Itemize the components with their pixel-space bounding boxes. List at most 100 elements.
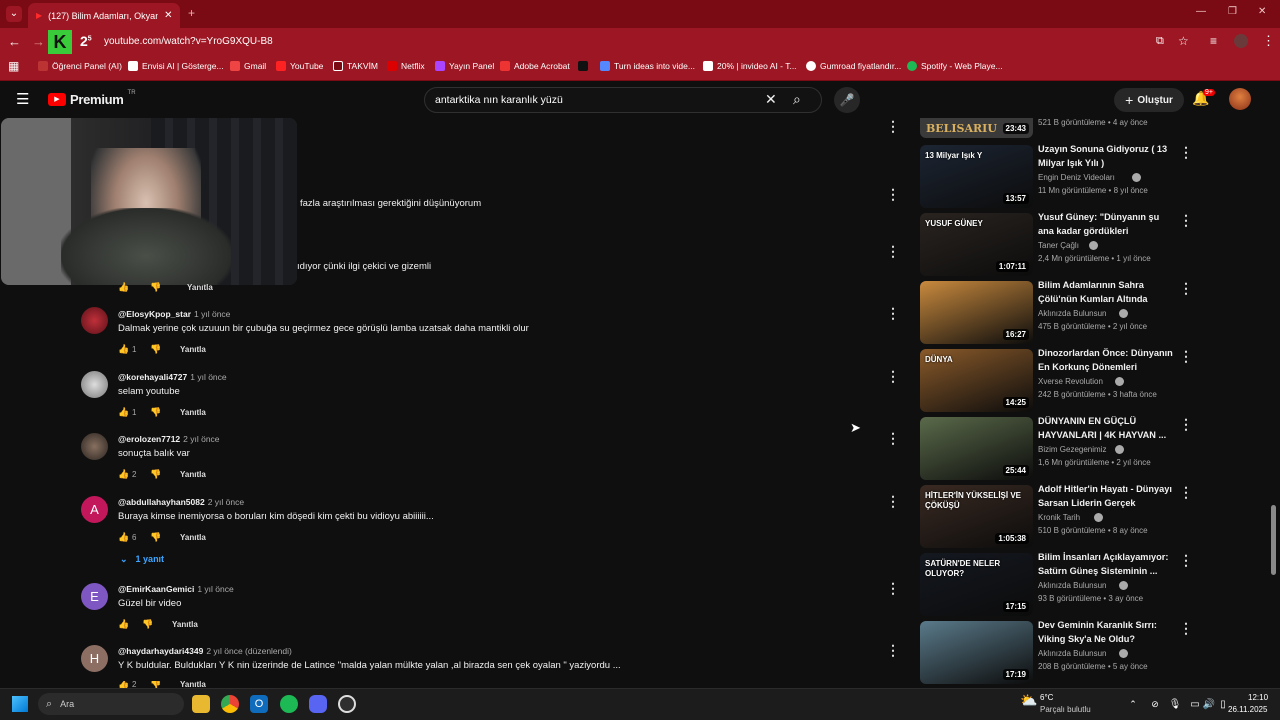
- new-tab-icon[interactable]: +: [188, 6, 195, 20]
- comment-author[interactable]: @abdullahayhan5082 2 yıl önce: [118, 497, 244, 507]
- video-thumbnail[interactable]: 25:44: [920, 417, 1033, 480]
- bookmark-item[interactable]: Gmail: [230, 61, 266, 71]
- video-channel[interactable]: Aklınızda Bulunsun: [1038, 581, 1107, 590]
- bookmark-item[interactable]: Turn ideas into vide...: [600, 61, 695, 71]
- microphone-icon[interactable]: 🎙: [1166, 695, 1184, 713]
- dislike-icon[interactable]: 👎: [142, 619, 172, 630]
- clock-date[interactable]: 26.11.2025: [1228, 705, 1267, 714]
- video-title[interactable]: DÜNYANIN EN GÜÇLÜ HAYVANLARI | 4K HAYVAN…: [1038, 415, 1176, 442]
- like-icon[interactable]: 👍: [118, 681, 132, 688]
- comment-menu-icon[interactable]: ⋮: [886, 187, 900, 201]
- clear-search-icon[interactable]: ✕: [765, 91, 777, 108]
- dislike-icon[interactable]: 👎: [150, 469, 180, 480]
- url-text[interactable]: youtube.com/watch?v=YroG9XQU-B8: [104, 36, 273, 47]
- reply-button[interactable]: Yanıtla: [172, 620, 198, 629]
- video-thumbnail[interactable]: HİTLER'İN YÜKSELİŞİ VE ÇÖKÜŞÜ 1:05:38: [920, 485, 1033, 548]
- reply-button[interactable]: Yanıtla: [180, 345, 206, 354]
- browser-menu-icon[interactable]: ⋮: [1262, 33, 1275, 49]
- video-thumbnail[interactable]: SATÜRN'DE NELER OLUYOR? 17:15: [920, 553, 1033, 616]
- comment-author[interactable]: @EmirKaanGemici 1 yıl önce: [118, 584, 234, 594]
- avatar[interactable]: A: [81, 496, 108, 523]
- show-replies-button[interactable]: ⌄ 1 yanıt: [120, 554, 164, 565]
- like-icon[interactable]: 👍: [118, 532, 132, 543]
- like-icon[interactable]: 👍: [118, 282, 132, 293]
- bookmark-item[interactable]: Netflix: [387, 61, 425, 71]
- reading-list-icon[interactable]: ≡: [1210, 34, 1217, 48]
- profile-icon[interactable]: [1234, 34, 1248, 48]
- extension-k-icon[interactable]: K: [48, 30, 72, 54]
- dislike-icon[interactable]: 👎: [150, 344, 180, 355]
- like-icon[interactable]: 👍: [118, 619, 132, 630]
- comment-menu-icon[interactable]: ⋮: [886, 244, 900, 258]
- comment-author[interactable]: @korehayali4727 1 yıl önce: [118, 372, 227, 382]
- video-title[interactable]: Adolf Hitler'in Hayatı - Dünyayı Sarsan …: [1038, 483, 1176, 510]
- like-icon[interactable]: 👍: [118, 407, 132, 418]
- maximize-icon[interactable]: ❐: [1228, 6, 1237, 17]
- comment-author[interactable]: @erolozen7712 2 yıl önce: [118, 434, 220, 444]
- avatar[interactable]: H: [81, 645, 108, 672]
- tray-chevron-icon[interactable]: ⌃: [1124, 695, 1142, 713]
- bookmark-item[interactable]: 20% | invideo AI - T...: [703, 61, 797, 71]
- bookmark-star-icon[interactable]: ☆: [1178, 34, 1189, 48]
- voice-search-icon[interactable]: 🎤: [834, 87, 860, 113]
- video-menu-icon[interactable]: ⋮: [1179, 620, 1193, 637]
- video-menu-icon[interactable]: ⋮: [1179, 144, 1193, 161]
- reply-button[interactable]: Yanıtla: [180, 470, 206, 479]
- avatar[interactable]: [81, 307, 108, 334]
- windows-start-icon[interactable]: [12, 696, 28, 712]
- clock-time[interactable]: 12:10: [1248, 693, 1268, 702]
- reply-button[interactable]: 👍 👎 Yanıtla: [118, 282, 213, 293]
- video-menu-icon[interactable]: ⋮: [1179, 552, 1193, 569]
- bookmark-item[interactable]: Spotify - Web Playe...: [907, 61, 1003, 71]
- create-button[interactable]: + Oluştur: [1114, 88, 1184, 112]
- video-channel[interactable]: Bizim Gezegenimiz: [1038, 445, 1106, 454]
- bookmark-item[interactable]: Yayın Panel: [435, 61, 494, 71]
- browser-tab[interactable]: ▶ (127) Bilim Adamları, Okyanusu ✕: [28, 3, 180, 28]
- avatar[interactable]: [81, 371, 108, 398]
- reply-button[interactable]: Yanıtla: [180, 681, 206, 688]
- hamburger-menu-icon[interactable]: ☰: [16, 90, 29, 108]
- outlook-icon[interactable]: O: [250, 695, 268, 713]
- bookmark-item[interactable]: Gumroad fiyatlandır...: [806, 61, 901, 71]
- bookmark-item[interactable]: Adobe Acrobat: [500, 61, 570, 71]
- search-icon[interactable]: ⌕: [793, 91, 801, 108]
- video-title[interactable]: Yusuf Güney: "Dünyanın şu ana kadar görd…: [1038, 211, 1176, 238]
- extension-2-icon[interactable]: 25: [80, 33, 92, 49]
- comment-menu-icon[interactable]: ⋮: [886, 431, 900, 445]
- forward-icon[interactable]: →: [32, 34, 45, 49]
- video-title[interactable]: Uzayın Sonuna Gidiyoruz ( 13 Milyar Işık…: [1038, 143, 1176, 170]
- dislike-icon[interactable]: 👎: [150, 282, 180, 293]
- bookmark-item[interactable]: TAKVİM: [333, 61, 378, 71]
- minimize-icon[interactable]: —: [1196, 6, 1206, 17]
- video-title[interactable]: Bilim Adamlarının Sahra Çölü'nün Kumları…: [1038, 279, 1176, 306]
- comment-menu-icon[interactable]: ⋮: [886, 306, 900, 320]
- file-explorer-icon[interactable]: [192, 695, 210, 713]
- close-window-icon[interactable]: ✕: [1258, 6, 1266, 17]
- search-input[interactable]: antarktika nın karanlık yüzü ✕ ⌕: [424, 87, 822, 113]
- video-channel[interactable]: Aklınızda Bulunsun: [1038, 649, 1107, 658]
- video-thumbnail[interactable]: DÜNYA 14:25: [920, 349, 1033, 412]
- avatar[interactable]: [81, 433, 108, 460]
- video-menu-icon[interactable]: ⋮: [1179, 212, 1193, 229]
- dislike-icon[interactable]: 👎: [150, 407, 180, 418]
- tab-list-icon[interactable]: ⌄: [6, 6, 22, 22]
- comment-menu-icon[interactable]: ⋮: [886, 369, 900, 383]
- bookmark-item[interactable]: YouTube: [276, 61, 323, 71]
- video-channel[interactable]: Aklınızda Bulunsun: [1038, 309, 1107, 318]
- discord-icon[interactable]: [309, 695, 327, 713]
- like-icon[interactable]: 👍: [118, 469, 132, 480]
- taskbar-search-input[interactable]: ⌕ Ara: [38, 693, 184, 715]
- bookmark-item[interactable]: [578, 61, 588, 71]
- tray-hidden-icon[interactable]: ⊘: [1146, 695, 1164, 713]
- video-thumbnail[interactable]: BELISARIU 23:43: [920, 118, 1033, 138]
- dislike-icon[interactable]: 👎: [150, 681, 180, 688]
- video-thumbnail[interactable]: 13 Milyar Işık Y 13:57: [920, 145, 1033, 208]
- chrome-icon[interactable]: [221, 695, 239, 713]
- page-scrollbar[interactable]: [1271, 505, 1276, 575]
- dislike-icon[interactable]: 👎: [150, 532, 180, 543]
- comment-author[interactable]: @haydarhaydari4349 2 yıl önce (düzenlendi…: [118, 646, 292, 656]
- video-menu-icon[interactable]: ⋮: [1179, 348, 1193, 365]
- comment-menu-icon[interactable]: ⋮: [886, 643, 900, 657]
- back-icon[interactable]: ←: [8, 34, 21, 49]
- video-channel[interactable]: Engin Deniz Videoları: [1038, 173, 1115, 182]
